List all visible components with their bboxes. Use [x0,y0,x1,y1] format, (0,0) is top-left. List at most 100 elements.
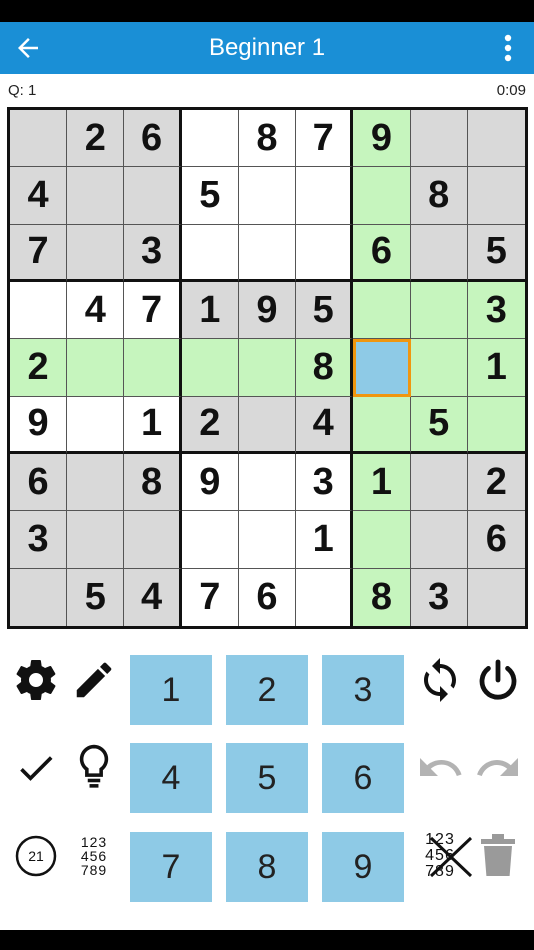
counter-button[interactable]: 21 [10,830,62,882]
grid-cell[interactable]: 1 [467,339,525,397]
grid-cell[interactable] [10,568,68,626]
grid-cell[interactable] [124,511,182,569]
grid-cell[interactable]: 3 [410,568,468,626]
grid-cell[interactable]: 1 [124,396,182,454]
grid-cell[interactable]: 6 [124,110,182,168]
grid-cell[interactable] [467,396,525,454]
grid-cell[interactable] [353,511,411,569]
grid-cell[interactable]: 9 [238,281,297,340]
grid-cell[interactable] [181,224,239,282]
grid-cell[interactable] [410,339,468,397]
number-key-6[interactable]: 6 [322,743,404,813]
grid-cell[interactable]: 6 [10,453,68,512]
grid-cell[interactable] [238,339,297,397]
number-key-5[interactable]: 5 [226,743,308,813]
number-key-3[interactable]: 3 [322,655,404,725]
hint-button[interactable] [68,742,120,794]
grid-cell[interactable]: 5 [410,396,468,454]
grid-cell[interactable]: 8 [353,568,411,626]
number-key-2[interactable]: 2 [226,655,308,725]
grid-cell[interactable]: 7 [181,568,239,626]
grid-cell[interactable]: 8 [296,339,354,397]
number-key-1[interactable]: 1 [130,655,212,725]
grid-cell[interactable]: 9 [181,453,239,512]
grid-cell[interactable] [181,110,239,168]
restart-button[interactable] [414,654,466,706]
grid-cell[interactable] [410,281,468,340]
grid-cell[interactable] [67,453,125,512]
grid-cell[interactable] [353,396,411,454]
grid-cell[interactable] [353,167,411,225]
check-button[interactable] [10,742,62,794]
grid-cell[interactable]: 7 [296,110,354,168]
number-key-7[interactable]: 7 [130,832,212,902]
grid-cell[interactable]: 2 [181,396,239,454]
back-button[interactable] [8,30,48,66]
grid-cell[interactable]: 5 [181,167,239,225]
grid-cell[interactable]: 2 [467,453,525,512]
grid-cell[interactable] [353,281,411,340]
grid-cell[interactable]: 2 [10,339,68,397]
grid-cell[interactable]: 1 [181,281,239,340]
grid-cell[interactable]: 9 [353,110,411,168]
more-menu-button[interactable] [490,30,526,66]
grid-cell[interactable]: 5 [467,224,525,282]
grid-cell[interactable] [124,167,182,225]
grid-cell[interactable] [296,167,354,225]
selected-cell[interactable] [353,339,411,397]
grid-cell[interactable] [410,224,468,282]
candidates-button[interactable]: 123 456 789 [66,830,122,882]
grid-cell[interactable]: 8 [124,453,182,512]
grid-cell[interactable] [67,224,125,282]
grid-cell[interactable]: 5 [296,281,354,340]
grid-cell[interactable] [181,339,239,397]
grid-cell[interactable] [238,453,297,512]
grid-cell[interactable] [10,281,68,340]
undo-button[interactable] [414,742,466,794]
grid-cell[interactable] [238,167,297,225]
number-key-9[interactable]: 9 [322,832,404,902]
grid-cell[interactable]: 8 [238,110,297,168]
grid-cell[interactable]: 3 [124,224,182,282]
grid-cell[interactable] [296,568,354,626]
grid-cell[interactable]: 4 [296,396,354,454]
grid-cell[interactable] [181,511,239,569]
grid-cell[interactable]: 1 [296,511,354,569]
grid-cell[interactable]: 1 [353,453,411,512]
grid-cell[interactable]: 3 [296,453,354,512]
delete-button[interactable] [472,830,524,882]
number-key-8[interactable]: 8 [226,832,308,902]
settings-button[interactable] [10,654,62,706]
grid-cell[interactable]: 7 [10,224,68,282]
grid-cell[interactable]: 6 [238,568,297,626]
grid-cell[interactable] [296,224,354,282]
grid-cell[interactable] [124,339,182,397]
grid-cell[interactable] [238,511,297,569]
grid-cell[interactable] [238,224,297,282]
grid-cell[interactable]: 9 [10,396,68,454]
grid-cell[interactable] [238,396,297,454]
grid-cell[interactable] [67,339,125,397]
grid-cell[interactable] [467,568,525,626]
number-key-4[interactable]: 4 [130,743,212,813]
clear-candidates-button[interactable]: 123 456 789 [412,830,473,882]
grid-cell[interactable]: 6 [353,224,411,282]
grid-cell[interactable] [10,110,68,168]
grid-cell[interactable] [410,110,468,168]
grid-cell[interactable] [67,396,125,454]
grid-cell[interactable] [410,453,468,512]
quit-button[interactable] [472,654,524,706]
grid-cell[interactable]: 4 [124,568,182,626]
grid-cell[interactable] [467,110,525,168]
grid-cell[interactable] [410,511,468,569]
grid-cell[interactable]: 3 [10,511,68,569]
grid-cell[interactable]: 4 [10,167,68,225]
grid-cell[interactable]: 2 [67,110,125,168]
grid-cell[interactable] [67,167,125,225]
grid-cell[interactable]: 3 [467,281,525,340]
grid-cell[interactable]: 7 [124,281,182,340]
pencil-button[interactable] [68,654,120,706]
grid-cell[interactable]: 8 [410,167,468,225]
redo-button[interactable] [472,742,524,794]
grid-cell[interactable]: 5 [67,568,125,626]
